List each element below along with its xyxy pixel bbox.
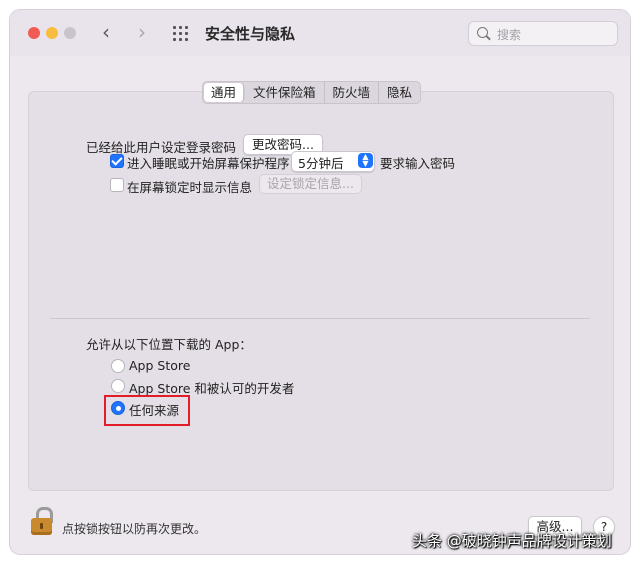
set-lock-message-button[interactable]: 设定锁定信息... bbox=[259, 174, 362, 194]
section-divider bbox=[50, 318, 590, 319]
tab-filevault[interactable]: 文件保险箱 bbox=[245, 82, 325, 103]
tab-bar: 通用 文件保险箱 防火墙 隐私 bbox=[202, 81, 422, 104]
tab-privacy[interactable]: 隐私 bbox=[379, 82, 420, 103]
search-placeholder: 搜索 bbox=[497, 28, 522, 42]
radio-button[interactable] bbox=[111, 359, 125, 373]
grid-icon[interactable] bbox=[173, 26, 189, 42]
zoom-window-button[interactable] bbox=[64, 27, 76, 39]
allow-apps-label: 允许从以下位置下载的 App： bbox=[86, 337, 252, 352]
search-input[interactable]: 搜索 bbox=[468, 21, 618, 46]
tab-general[interactable]: 通用 bbox=[204, 83, 245, 102]
window-title: 安全性与隐私 bbox=[205, 25, 296, 43]
password-delay-select[interactable]: 5分钟后 ▲ ▼ bbox=[291, 151, 375, 172]
password-delay-value: 5分钟后 bbox=[298, 156, 344, 171]
radio-label: App Store bbox=[129, 358, 191, 373]
minimize-window-button[interactable] bbox=[46, 27, 58, 39]
title-bar: ‹ › 安全性与隐私 搜索 bbox=[10, 10, 630, 56]
updown-arrows-icon: ▲ ▼ bbox=[358, 153, 373, 168]
show-message-checkbox[interactable] bbox=[110, 178, 124, 192]
search-icon bbox=[477, 27, 488, 38]
red-highlight-box bbox=[104, 395, 190, 426]
chevron-left-icon[interactable]: ‹ bbox=[102, 21, 110, 43]
show-message-label: 在屏幕锁定时显示信息 bbox=[127, 180, 253, 195]
require-password-label: 进入睡眠或开始屏幕保护程序 bbox=[127, 156, 290, 171]
chevron-right-icon[interactable]: › bbox=[138, 21, 146, 43]
require-password-checkbox[interactable] bbox=[110, 154, 124, 168]
tab-firewall[interactable]: 防火墙 bbox=[325, 82, 380, 103]
radio-button[interactable] bbox=[111, 379, 125, 393]
watermark: 头条 @破晓钟声品牌设计策划 bbox=[412, 532, 612, 550]
require-password-suffix: 要求输入密码 bbox=[380, 156, 456, 171]
lock-hint-text: 点按锁按钮以防再次更改。 bbox=[62, 522, 207, 536]
close-window-button[interactable] bbox=[28, 27, 40, 39]
preferences-window: ‹ › 安全性与隐私 搜索 通用 文件保险箱 防火墙 隐私 已经给此用户设定登录… bbox=[10, 10, 630, 554]
unlocked-lock-icon[interactable] bbox=[30, 507, 53, 537]
